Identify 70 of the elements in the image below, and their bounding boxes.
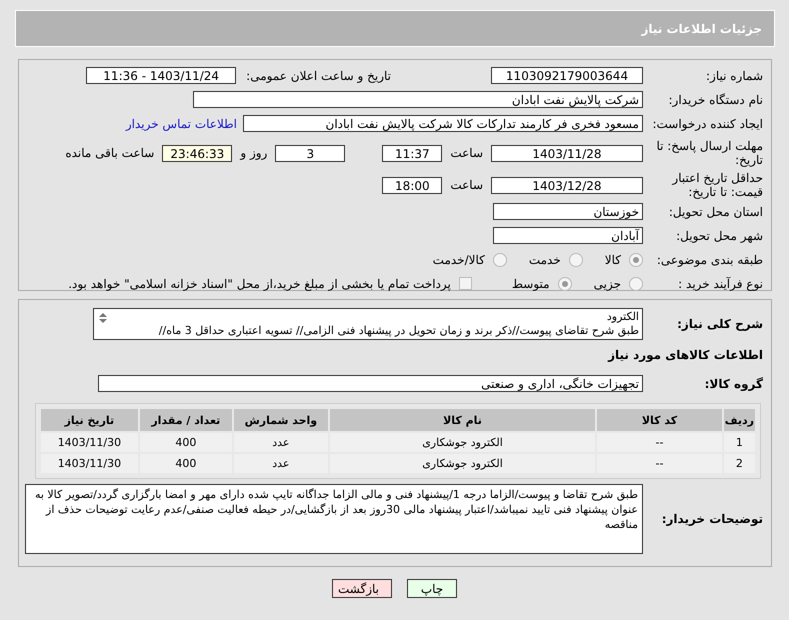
days-label: روز و: [240, 146, 268, 160]
field-label: مهلت ارسال پاسخ: تا تاریخ:: [655, 138, 764, 168]
buyer-notes-text: طبق شرح تقاضا و پیوست/الزاما درجه 1/پیشنهاد فنی و مالی الزاما جداگانه تایپ شده دارای مهر و امضا بارگزاری گردد/تصویر کالا به عنوان پیشنهاد فنی تایید نمیباشد/اعتبار پیشنهاد مالی 30روز بعد از بازگشایی/در حیطه فعالیت صنفی/عدم رعایت توضیحات حذف از مناقصه: [34, 488, 638, 531]
radio-label: جزیی: [594, 276, 621, 290]
city-field: آبادان: [493, 227, 643, 244]
table-cell: عدد: [234, 433, 328, 452]
time-field: 11:37: [382, 144, 442, 162]
requester-field: مسعود فخری فر کارمند تدارکات کالا شرکت پالایش نفت ابادان: [243, 115, 643, 132]
table-cell: --: [597, 433, 722, 452]
description-line: طبق شرح تقاضای پیوست//ذکر برند و زمان تحویل در پیشنهاد فنی الزامی// تسویه اعتباری حداقل 3 ماه//: [158, 324, 639, 338]
need-number-field: 1103092179003644: [491, 67, 643, 84]
table-cell: 1403/11/30: [41, 454, 138, 473]
field-label: تاریخ و ساعت اعلان عمومی:: [246, 68, 391, 82]
buyer-notes-textarea[interactable]: [25, 484, 643, 554]
radio-label: خدمت: [528, 252, 561, 266]
radio-button[interactable]: [568, 252, 583, 266]
radio-label: متوسط: [512, 276, 550, 290]
table-cell: 400: [140, 454, 232, 473]
field-label: توضیحات خریدار:: [660, 512, 764, 526]
radio-label: کالا/خدمت: [432, 252, 485, 266]
radio-button[interactable]: [629, 252, 643, 266]
column-header: تاریخ نیاز: [41, 409, 138, 431]
announce-date-field: 1403/11/24 - 11:36: [86, 67, 236, 84]
field-label: ایجاد کننده درخواست:: [651, 116, 764, 130]
contact-link[interactable]: اطلاعات تماس خریدار: [126, 116, 237, 130]
column-header: نام کالا: [330, 409, 596, 431]
table-cell: الکترود جوشکاری: [330, 433, 596, 452]
column-header: تعداد / مقدار: [140, 409, 232, 431]
description-textarea[interactable]: الکترود طبق شرح تقاضای پیوست//ذکر برند و زمان تحویل در پیشنهاد فنی الزامی// تسویه اعتباری حداقل 3 ماه//: [93, 308, 643, 340]
time-field: 18:00: [382, 176, 442, 194]
field-label: استان محل تحویل:: [668, 204, 764, 218]
column-header: واحد شمارش: [234, 409, 328, 431]
radio-label: کالا: [604, 252, 621, 266]
goods-group-field: تجهیزات خانگی، اداری و صنعتی: [98, 375, 643, 392]
field-label: نام دستگاه خریدار:: [668, 92, 764, 106]
column-header: ردیف: [724, 409, 755, 431]
date-field: 1403/11/28: [491, 144, 643, 162]
table-cell: 1403/11/30: [41, 433, 138, 452]
field-label: شهر محل تحویل:: [675, 228, 764, 242]
table-cell: 2: [724, 454, 755, 473]
date-field: 1403/12/28: [491, 176, 643, 194]
field-label: طبقه بندی موضوعی:: [656, 252, 764, 266]
field-label: گروه کالا:: [704, 376, 764, 390]
table-cell: الکترود جوشکاری: [330, 454, 596, 473]
table-cell: 400: [140, 433, 232, 452]
time-label: ساعت: [450, 146, 483, 160]
table-cell: 1: [724, 433, 755, 452]
field-label: شرح کلی نیاز:: [676, 317, 764, 331]
field-label: حداقل تاریخ اعتبار قیمت: تا تاریخ:: [670, 170, 764, 200]
description-line: الکترود: [606, 310, 639, 324]
section-heading: اطلاعات کالاهای مورد نیاز: [608, 348, 764, 362]
field-label: شماره نیاز:: [705, 68, 764, 82]
radio-button[interactable]: [629, 276, 643, 290]
radio-button[interactable]: [558, 276, 572, 290]
buyer-org-field: شرکت پالایش نفت ابادان: [193, 91, 643, 108]
table-cell: عدد: [234, 454, 328, 473]
remaining-label: ساعت باقی مانده: [65, 146, 154, 160]
back-button[interactable]: بازگشت: [332, 579, 392, 598]
print-button[interactable]: چاپ: [407, 579, 457, 598]
province-field: خوزستان: [493, 203, 643, 220]
page-title: جزئیات اطلاعات نیاز: [641, 22, 762, 36]
time-label: ساعت: [450, 178, 483, 192]
table-cell: --: [597, 454, 722, 473]
remaining-time-field: 23:46:33: [162, 144, 232, 162]
radio-button[interactable]: [492, 252, 507, 266]
days-field: 3: [275, 144, 346, 162]
checkbox[interactable]: [458, 277, 472, 290]
column-header: کد کالا: [597, 409, 722, 431]
field-label: نوع فرآیند خرید :: [677, 276, 764, 290]
checkbox-label: پرداخت تمام یا بخشی از مبلغ خرید،از محل "اسناد خزانه اسلامی" خواهد بود.: [68, 276, 451, 290]
